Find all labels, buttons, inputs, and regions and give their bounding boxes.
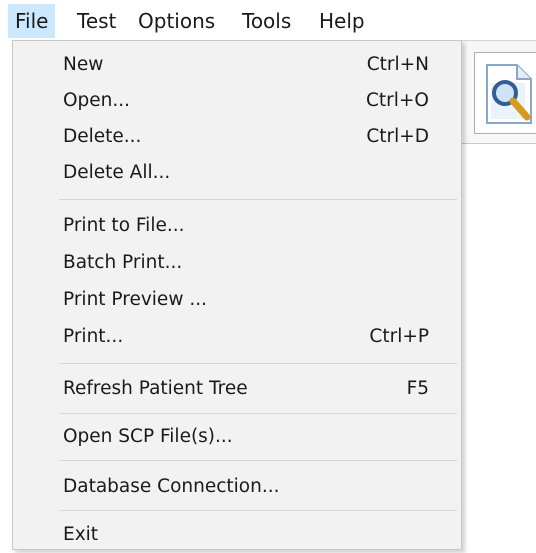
menu-item-label: Delete... (63, 126, 142, 147)
menu-item-label: Exit (63, 524, 99, 545)
search-document-icon (486, 64, 532, 124)
menu-item-open[interactable]: Open... Ctrl+O (13, 83, 461, 119)
menu-item-label: Refresh Patient Tree (63, 378, 248, 399)
menu-item-batch-print[interactable]: Batch Print... (13, 245, 461, 281)
menu-separator (59, 460, 457, 461)
menu-bar: File Test Options Tools Help (0, 0, 536, 40)
menu-item-print[interactable]: Print... Ctrl+P (13, 319, 461, 355)
menu-item-label: Open SCP File(s)... (63, 426, 233, 447)
menu-item-delete[interactable]: Delete... Ctrl+D (13, 119, 461, 155)
menu-item-open-scp-files[interactable]: Open SCP File(s)... (13, 419, 461, 455)
search-document-button[interactable] (474, 52, 536, 134)
menu-item-label: Database Connection... (63, 476, 280, 497)
menu-item-refresh-patient-tree[interactable]: Refresh Patient Tree F5 (13, 371, 461, 407)
menu-item-shortcut: Ctrl+N (366, 54, 429, 75)
menu-item-label: Batch Print... (63, 252, 183, 273)
menu-item-exit[interactable]: Exit (13, 517, 461, 553)
menu-separator (59, 413, 457, 414)
menu-options[interactable]: Options (131, 4, 222, 38)
menu-item-print-to-file[interactable]: Print to File... (13, 208, 461, 244)
menu-item-database-connection[interactable]: Database Connection... (13, 469, 461, 505)
menu-item-label: New (63, 54, 104, 75)
menu-item-print-preview[interactable]: Print Preview ... (13, 282, 461, 318)
menu-item-label: Print Preview ... (63, 289, 207, 310)
menu-item-delete-all[interactable]: Delete All... (13, 155, 461, 191)
menu-item-label: Open... (63, 90, 131, 111)
menu-help[interactable]: Help (312, 4, 372, 38)
menu-item-label: Delete All... (63, 162, 171, 183)
menu-item-shortcut: Ctrl+D (366, 126, 429, 147)
menu-test[interactable]: Test (70, 4, 123, 38)
menu-file[interactable]: File (8, 4, 56, 38)
menu-tools[interactable]: Tools (235, 4, 298, 38)
menu-item-shortcut: Ctrl+O (366, 90, 429, 111)
menu-item-shortcut: Ctrl+P (369, 326, 429, 347)
menu-item-label: Print to File... (63, 215, 185, 236)
menu-item-new[interactable]: New Ctrl+N (13, 47, 461, 83)
menu-separator (59, 363, 457, 364)
menu-item-label: Print... (63, 326, 124, 347)
menu-separator (59, 199, 457, 200)
menu-item-shortcut: F5 (406, 378, 429, 399)
file-menu-dropdown: New Ctrl+N Open... Ctrl+O Delete... Ctrl… (12, 40, 462, 550)
menu-separator (59, 510, 457, 511)
